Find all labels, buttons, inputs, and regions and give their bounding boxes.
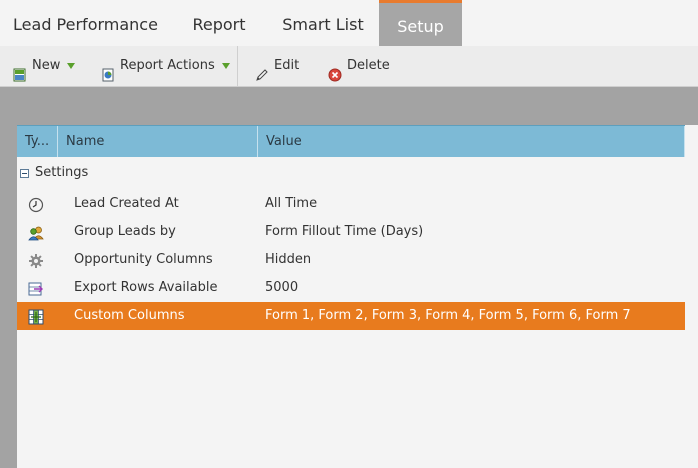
table-row[interactable]: Lead Created At All Time — [17, 190, 685, 218]
report-actions-label: Report Actions — [120, 58, 215, 73]
report-actions-button[interactable]: Report Actions — [101, 46, 230, 86]
people-icon — [28, 224, 44, 241]
report-actions-icon — [101, 59, 115, 82]
tab-lead-performance[interactable]: Lead Performance — [0, 0, 171, 46]
edit-button[interactable]: Edit — [255, 46, 299, 86]
table-row-selected[interactable]: Custom Columns Form 1, Form 2, Form 3, F… — [17, 302, 685, 330]
row-name: Export Rows Available — [74, 280, 218, 295]
setup-grid: Ty... Name Value Settings Lead Created A… — [17, 125, 698, 468]
table-row[interactable]: Group Leads by Form Fillout Time (Days) — [17, 218, 685, 246]
delete-button[interactable]: Delete — [328, 46, 390, 86]
edit-label: Edit — [274, 58, 300, 73]
table-row[interactable]: Opportunity Columns Hidden — [17, 246, 685, 274]
collapse-icon[interactable] — [20, 168, 29, 178]
tab-setup[interactable]: Setup — [379, 0, 462, 46]
report-actions-dropdown-caret-icon — [221, 63, 230, 69]
tab-report[interactable]: Report — [171, 0, 267, 46]
column-header-value[interactable]: Value — [258, 126, 685, 157]
new-dropdown-caret-icon — [67, 63, 76, 69]
new-icon — [13, 59, 27, 82]
row-name: Lead Created At — [74, 196, 179, 211]
column-header-name[interactable]: Name — [58, 126, 258, 157]
tab-bar: Lead Performance Report Smart List Setup — [0, 0, 698, 46]
delete-label: Delete — [347, 58, 390, 73]
table-row[interactable]: Export Rows Available 5000 — [17, 274, 685, 302]
new-button[interactable]: New — [13, 46, 76, 86]
gear-icon — [28, 252, 44, 268]
new-label: New — [32, 58, 61, 73]
export-rows-icon — [28, 280, 44, 296]
tab-smart-list[interactable]: Smart List — [267, 0, 379, 46]
row-name: Custom Columns — [74, 308, 185, 323]
row-value: Hidden — [265, 252, 312, 267]
grid-header: Ty... Name Value — [17, 125, 685, 157]
content-background — [0, 87, 698, 125]
row-value: 5000 — [265, 280, 299, 295]
group-settings[interactable]: Settings — [17, 160, 88, 186]
toolbar: New Report Actions Edit Delete — [0, 46, 698, 87]
row-value: Form Fillout Time (Days) — [265, 224, 424, 239]
pencil-icon — [255, 59, 269, 81]
column-header-type[interactable]: Ty... — [17, 126, 58, 157]
clock-icon — [28, 196, 44, 213]
row-value: Form 1, Form 2, Form 3, Form 4, Form 5, … — [265, 308, 631, 323]
row-name: Opportunity Columns — [74, 252, 213, 267]
delete-icon — [328, 59, 342, 82]
custom-columns-icon — [28, 308, 44, 325]
row-value: All Time — [265, 196, 318, 211]
group-label: Settings — [35, 165, 89, 180]
toolbar-separator — [237, 46, 238, 86]
row-name: Group Leads by — [74, 224, 176, 239]
